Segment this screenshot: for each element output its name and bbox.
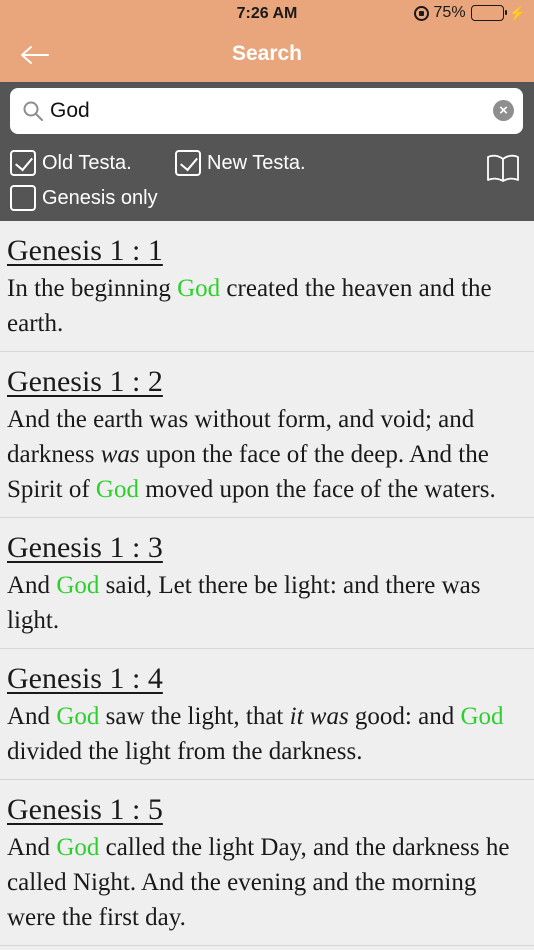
text-span: good: and [348, 703, 461, 730]
old-testament-label: Old Testa. [42, 151, 132, 174]
battery-icon [470, 5, 507, 21]
search-bar: × [0, 82, 534, 140]
verse-text: And God said, Let there be light: and th… [7, 568, 527, 638]
search-box[interactable]: × [10, 88, 523, 134]
verse-reference-link[interactable]: Genesis 1 : 3 [7, 532, 163, 564]
open-book-icon [487, 154, 519, 182]
result-item[interactable]: Genesis 1 : 3 And God said, Let there be… [0, 518, 534, 649]
text-span: And [7, 834, 57, 861]
italic-text: was [100, 441, 140, 468]
verse-text: In the beginning God created the heaven … [7, 271, 527, 341]
highlighted-term: God [95, 476, 139, 503]
italic-text: it was [289, 703, 349, 730]
search-results-list: Genesis 1 : 1 In the beginning God creat… [0, 221, 534, 950]
verse-reference-link[interactable]: Genesis 1 : 1 [7, 235, 163, 267]
battery-percent: 75% [433, 4, 466, 21]
text-span: saw the light, that [99, 703, 290, 730]
highlighted-term: God [56, 572, 100, 599]
book-only-option[interactable]: Genesis only [10, 185, 158, 211]
old-testament-option[interactable]: Old Testa. [10, 150, 132, 176]
charging-bolt-icon: ⚡ [508, 5, 526, 21]
old-testament-checkbox[interactable] [10, 150, 36, 176]
verse-text: And God saw the light, that it was good:… [7, 699, 527, 769]
result-item[interactable]: Genesis 1 : 5 And God called the light D… [0, 780, 534, 946]
verse-text: And God called the light Day, and the da… [7, 830, 527, 935]
result-item[interactable]: Genesis 1 : 1 In the beginning God creat… [0, 221, 534, 352]
clear-icon[interactable]: × [493, 100, 514, 121]
book-only-label: Genesis only [42, 186, 158, 209]
text-span: In the beginning [7, 275, 178, 302]
highlighted-term: God [177, 275, 221, 302]
search-icon [23, 101, 43, 121]
book-only-checkbox[interactable] [10, 185, 36, 211]
text-span: And [7, 572, 57, 599]
text-span: And [7, 703, 57, 730]
rotation-lock-icon [413, 5, 429, 21]
nav-bar: Search [0, 28, 534, 82]
new-testament-option[interactable]: New Testa. [175, 150, 306, 176]
result-item[interactable]: Genesis 1 : 2 And the earth was without … [0, 352, 534, 518]
verse-reference-link[interactable]: Genesis 1 : 4 [7, 663, 163, 695]
text-span: divided the light from the darkness. [7, 738, 363, 765]
text-span: moved upon the face of the waters. [138, 476, 496, 503]
status-bar: 7:26 AM 75% ⚡ [0, 0, 534, 28]
verse-text: And the earth was without form, and void… [7, 402, 527, 507]
page-title: Search [231, 42, 303, 65]
new-testament-label: New Testa. [207, 151, 306, 174]
highlighted-term: God [56, 834, 100, 861]
verse-reference-link[interactable]: Genesis 1 : 5 [7, 794, 163, 826]
highlighted-term: God [460, 703, 504, 730]
highlighted-term: God [56, 703, 100, 730]
filter-options: Old Testa. New Testa. Genesis only [0, 140, 534, 221]
book-button[interactable] [486, 153, 520, 183]
result-item[interactable]: Genesis 1 : 4 And God saw the light, tha… [0, 649, 534, 780]
verse-reference-link[interactable]: Genesis 1 : 2 [7, 366, 163, 398]
search-input[interactable] [50, 94, 470, 128]
status-indicators: 75% ⚡ [413, 4, 526, 22]
new-testament-checkbox[interactable] [175, 150, 201, 176]
